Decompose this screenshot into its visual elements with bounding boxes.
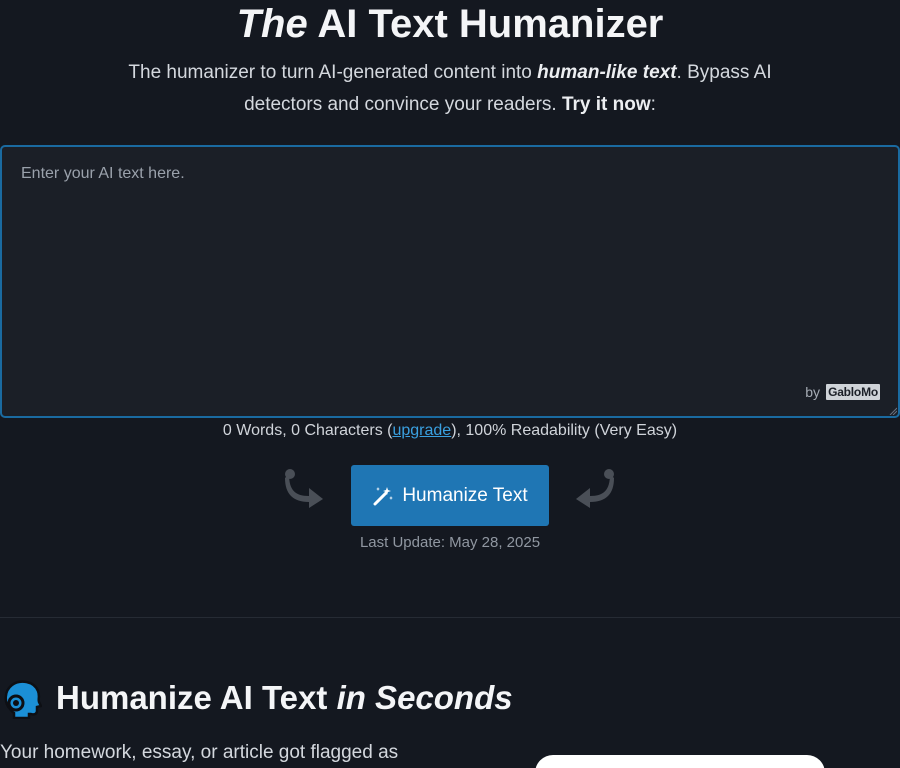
text-stats: 0 Words, 0 Characters (upgrade), 100% Re… [0,420,900,442]
page: The AI Text Humanizer The humanizer to t… [0,0,900,768]
humanize-button-label: Humanize Text [402,484,528,506]
page-title: The AI Text Humanizer [0,0,900,48]
brand-credit: by GabloMo [805,384,880,400]
section-title: Humanize AI Text in Seconds [56,676,513,720]
section-title-emphasis: in Seconds [336,679,513,716]
last-update: Last Update: May 28, 2025 [359,534,541,551]
curved-arrow-left-icon [576,469,614,508]
subtitle-cta: Try it now [561,94,651,115]
section-divider [0,617,900,618]
stats-counts: 0 Words, 0 Characters ( [222,422,393,439]
illustration-card [535,755,825,768]
stats-readability: ), 100% Readability (Very Easy) [451,422,678,439]
upgrade-link[interactable]: upgrade [392,422,451,439]
resize-grip-icon[interactable] [889,407,897,415]
section-title-text: Humanize AI Text [56,679,337,716]
head-icon [4,680,42,719]
subtitle-part1: The humanizer to turn AI-generated conte… [128,62,538,83]
subtitle-emphasis: human-like text [537,62,677,83]
ai-text-input[interactable] [2,147,898,416]
page-title-text: AI Text Humanizer [307,2,664,46]
brand-logo[interactable]: GabloMo [826,384,880,400]
humanize-button[interactable]: Humanize Text [351,465,549,526]
magic-wand-icon [373,486,394,505]
brand-by-label: by [805,384,821,400]
page-subtitle: The humanizer to turn AI-generated conte… [100,57,800,121]
text-editor: by GabloMo [0,145,900,418]
section-paragraph: Your homework, essay, or article got fla… [0,742,399,763]
curved-arrow-right-icon [285,469,323,508]
subtitle-end: : [650,94,656,115]
page-title-emphasis: The [236,2,308,46]
